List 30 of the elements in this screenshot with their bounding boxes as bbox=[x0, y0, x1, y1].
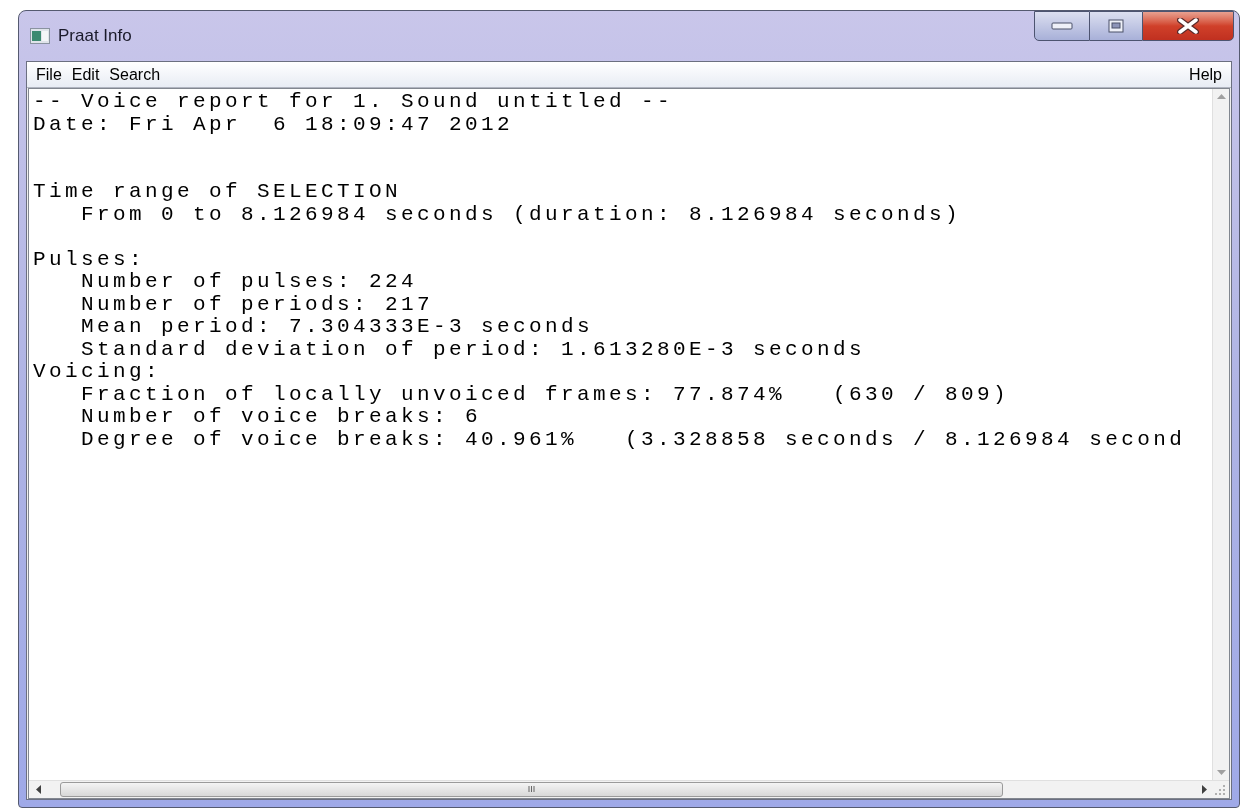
report-line: Fraction of locally unvoiced frames: 77.874% (630 / 809) bbox=[80, 383, 1010, 406]
scroll-right-icon[interactable] bbox=[1202, 785, 1207, 794]
report-line: -- Voice report for 1. Sound untitled -- bbox=[33, 91, 674, 114]
close-button[interactable] bbox=[1142, 11, 1234, 41]
menu-item[interactable]: Help bbox=[1186, 62, 1225, 87]
report-line: Standard deviation of period: 1.613280E-3 seconds bbox=[80, 338, 866, 361]
report-line: Number of pulses: 224 bbox=[80, 271, 418, 294]
scrollbar-thumb[interactable]: III bbox=[60, 782, 1003, 797]
minimize-icon bbox=[1051, 22, 1073, 30]
window-title: Praat Info bbox=[58, 25, 132, 48]
resize-grip-icon[interactable] bbox=[1214, 783, 1226, 796]
scroll-left-icon[interactable] bbox=[36, 785, 41, 794]
report-line: Date: Fri Apr 6 18:09:47 2012 bbox=[33, 113, 514, 136]
app-icon bbox=[30, 28, 50, 44]
thumb-grip: III bbox=[527, 785, 536, 794]
report-line: Number of periods: 217 bbox=[80, 293, 434, 316]
report-line: Degree of voice breaks: 40.961% (3.328858 seconds / 8.126984 second bbox=[80, 428, 1186, 451]
close-icon bbox=[1177, 18, 1199, 34]
report-line: From 0 to 8.126984 seconds (duration: 8.126984 seconds) bbox=[80, 203, 962, 226]
maximize-icon bbox=[1108, 19, 1124, 33]
menu-item[interactable]: File bbox=[33, 62, 65, 87]
menu-item[interactable]: Search bbox=[106, 62, 164, 87]
report-line: Number of voice breaks: 6 bbox=[80, 406, 482, 429]
report-line: Pulses: bbox=[33, 248, 145, 271]
maximize-button[interactable] bbox=[1090, 11, 1142, 41]
report-line: Mean period: 7.304333E-3 seconds bbox=[80, 316, 594, 339]
menu-item[interactable]: Edit bbox=[68, 62, 103, 87]
minimize-button[interactable] bbox=[1034, 11, 1090, 41]
report-line: Voicing: bbox=[33, 361, 162, 384]
report-line: Time range of SELECTION bbox=[33, 181, 402, 204]
